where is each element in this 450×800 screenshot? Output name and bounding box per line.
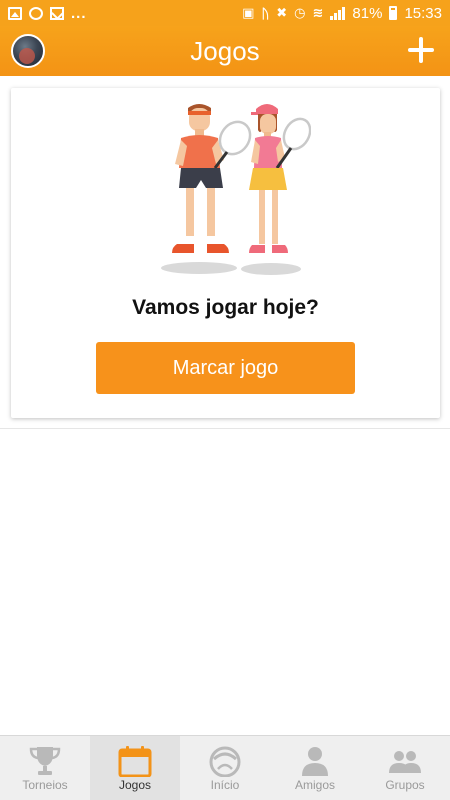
female-tennis-player bbox=[249, 104, 311, 253]
wifi-icon: ≋ bbox=[312, 5, 324, 20]
add-game-plus-icon[interactable] bbox=[406, 35, 436, 65]
play-today-heading: Vamos jogar hoje? bbox=[132, 296, 319, 319]
nav-label-grupos: Grupos bbox=[385, 778, 425, 792]
status-bar-right: ▣ ᚢ ✖ ◷ ≋ 81% 15:33 bbox=[242, 5, 442, 22]
app-header: Jogos bbox=[0, 26, 450, 76]
more-notifications-indicator: ... bbox=[71, 4, 87, 22]
signal-icon bbox=[330, 6, 346, 20]
alarm-icon: ◷ bbox=[294, 5, 306, 20]
gallery-notification-icon bbox=[8, 6, 22, 20]
tennis-players-illustration bbox=[161, 104, 311, 275]
profile-avatar-icon[interactable] bbox=[11, 34, 45, 68]
male-tennis-player bbox=[172, 104, 252, 253]
play-today-card: Vamos jogar hoje? Marcar jogo bbox=[11, 88, 440, 418]
person-icon bbox=[302, 747, 328, 776]
nav-label-inicio: Início bbox=[210, 778, 240, 792]
app-screen: ... ▣ ᚢ ✖ ◷ ≋ 81% 15:33 Jogos Vamos joga… bbox=[0, 0, 450, 800]
trophy-icon bbox=[29, 747, 61, 775]
clock: 15:33 bbox=[404, 4, 442, 22]
nav-item-amigos[interactable]: Amigos bbox=[270, 736, 360, 800]
nav-item-torneios[interactable]: Torneios bbox=[0, 736, 90, 800]
page-title: Jogos bbox=[190, 35, 260, 66]
status-bar: ... ▣ ᚢ ✖ ◷ ≋ 81% 15:33 bbox=[0, 0, 450, 26]
battery-percent: 81% bbox=[352, 4, 383, 22]
status-bar-left: ... bbox=[8, 5, 87, 22]
nav-label-amigos: Amigos bbox=[294, 778, 335, 792]
home-logo-icon bbox=[209, 746, 241, 777]
people-icon bbox=[389, 751, 421, 773]
nav-item-grupos[interactable]: Grupos bbox=[360, 736, 450, 800]
nav-item-inicio[interactable]: Início bbox=[180, 736, 270, 800]
nav-label-torneios: Torneios bbox=[22, 778, 68, 792]
battery-icon bbox=[389, 6, 398, 20]
mute-icon: ✖ bbox=[276, 5, 288, 20]
nav-label-jogos: Jogos bbox=[118, 778, 152, 792]
calendar-icon bbox=[118, 746, 152, 777]
nav-item-jogos[interactable]: Jogos bbox=[90, 736, 180, 800]
bottom-navigation: Torneios Jogos Início Amigos Grupos bbox=[0, 735, 450, 800]
app-notification-icon bbox=[29, 6, 43, 20]
nfc-icon: ▣ bbox=[242, 5, 255, 20]
schedule-game-button[interactable]: Marcar jogo bbox=[96, 342, 355, 394]
content-divider bbox=[0, 428, 450, 429]
mail-notification-icon bbox=[50, 6, 64, 20]
bluetooth-icon: ᚢ bbox=[261, 5, 270, 21]
